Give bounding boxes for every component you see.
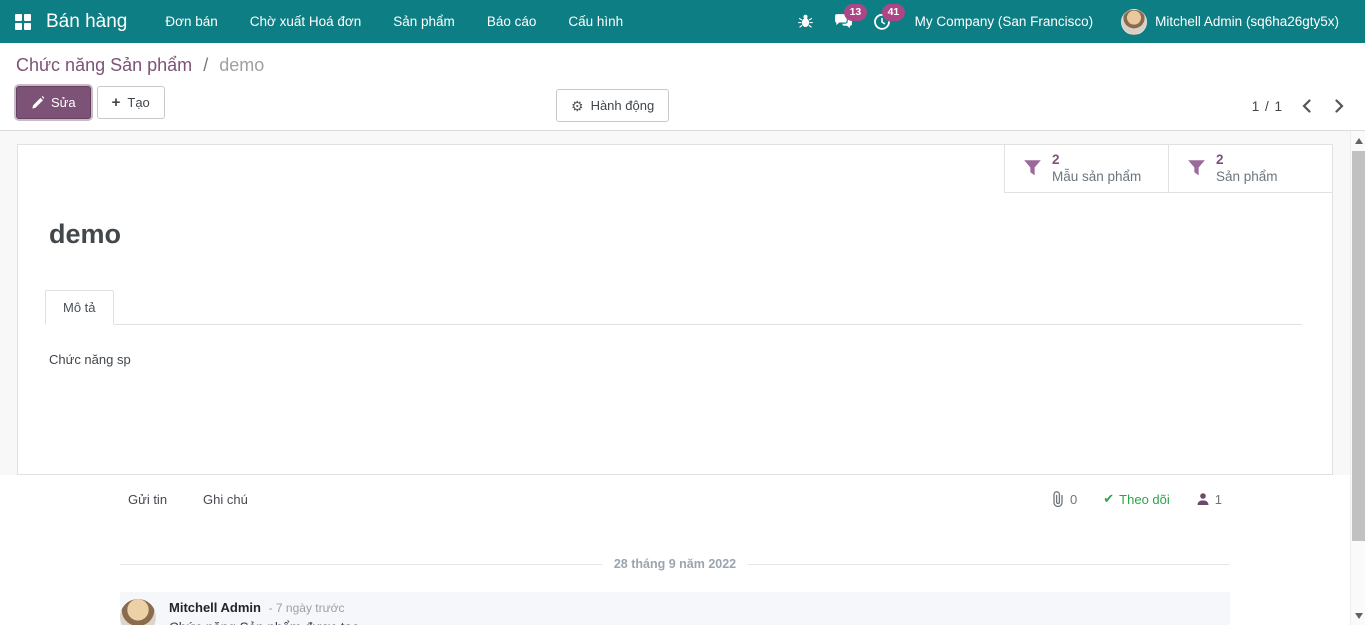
breadcrumb-separator: /: [197, 55, 214, 75]
follow-toggle-button[interactable]: ✔ Theo dõi: [1103, 491, 1170, 507]
menu-cho-xuat-hoa-don[interactable]: Chờ xuất Hoá đơn: [234, 0, 378, 43]
apps-grid-icon: [15, 14, 31, 30]
filter-funnel-icon: [1187, 159, 1206, 178]
stat-label: Sản phẩm: [1216, 169, 1278, 186]
stat-button-product-templates[interactable]: 2 Mẫu sản phẩm: [1004, 145, 1168, 193]
menu-cau-hinh[interactable]: Cấu hình: [552, 0, 639, 43]
scrollbar-up-arrow[interactable]: [1351, 133, 1365, 148]
app-brand[interactable]: Bán hàng: [46, 11, 127, 33]
breadcrumb-parent-link[interactable]: Chức năng Sản phẩm: [16, 55, 192, 75]
attachments-button[interactable]: 0: [1050, 491, 1077, 507]
top-navbar: Bán hàng Đơn bán Chờ xuất Hoá đơn Sản ph…: [0, 0, 1365, 43]
message-author[interactable]: Mitchell Admin: [169, 600, 261, 615]
follow-label: Theo dõi: [1119, 492, 1170, 507]
description-field[interactable]: Chức năng sp: [45, 325, 1302, 394]
form-sheet: 2 Mẫu sản phẩm 2 Sản phẩm demo: [17, 144, 1333, 475]
stat-value: 2: [1216, 152, 1278, 169]
menu-bao-cao[interactable]: Báo cáo: [471, 0, 553, 43]
chatter: Gửi tin Ghi chú 0 ✔ Theo dõi: [0, 475, 1350, 625]
menu-san-pham[interactable]: Sản phẩm: [377, 0, 471, 43]
tab-mo-ta[interactable]: Mô tả: [45, 290, 114, 325]
message-author-avatar[interactable]: [120, 599, 156, 625]
control-panel: Chức năng Sản phẩm / demo Sửa + Tạo ⚙ Hà…: [0, 43, 1365, 131]
plus-icon: +: [112, 95, 121, 110]
bug-icon: [797, 13, 814, 30]
pager-next-button[interactable]: [1330, 95, 1349, 117]
send-message-button[interactable]: Gửi tin: [128, 492, 167, 507]
chevron-right-icon: [1334, 99, 1345, 113]
scrollbar-thumb[interactable]: [1352, 151, 1365, 541]
action-menu-button[interactable]: ⚙ Hành động: [556, 89, 669, 122]
gear-icon: ⚙: [571, 99, 584, 113]
form-view-content: 2 Mẫu sản phẩm 2 Sản phẩm demo: [0, 131, 1350, 625]
paperclip-icon: [1050, 491, 1065, 507]
activities-count-badge: 41: [882, 4, 906, 21]
check-icon: ✔: [1103, 491, 1114, 507]
stat-button-box: 2 Mẫu sản phẩm 2 Sản phẩm: [1004, 145, 1332, 193]
activities-menu-button[interactable]: 41: [865, 0, 899, 43]
filter-funnel-icon: [1023, 159, 1042, 178]
follower-person-icon: [1196, 492, 1210, 506]
breadcrumb-current: demo: [219, 55, 264, 75]
create-button-label: Tạo: [127, 95, 149, 110]
edit-button-label: Sửa: [51, 95, 76, 110]
debug-bug-icon[interactable]: [789, 0, 823, 43]
pager: 1 / 1: [1252, 95, 1349, 117]
pager-previous-button[interactable]: [1297, 95, 1316, 117]
menu-don-ban[interactable]: Đơn bán: [149, 0, 233, 43]
breadcrumb: Chức năng Sản phẩm / demo: [16, 55, 1349, 76]
date-separator: 28 tháng 9 năm 2022: [120, 555, 1230, 573]
record-title: demo: [49, 219, 1332, 250]
stat-label: Mẫu sản phẩm: [1052, 169, 1141, 186]
create-button[interactable]: + Tạo: [97, 86, 165, 119]
messages-menu-button[interactable]: 13: [827, 0, 861, 43]
apps-menu-button[interactable]: [0, 0, 46, 43]
log-note-button[interactable]: Ghi chú: [203, 492, 248, 507]
notebook: Mô tả Chức năng sp: [45, 290, 1302, 394]
chatter-message: Mitchell Admin - 7 ngày trước Chức năng …: [120, 592, 1230, 625]
chevron-left-icon: [1301, 99, 1312, 113]
attachment-count: 0: [1070, 492, 1077, 507]
action-button-label: Hành động: [591, 98, 655, 113]
stat-value: 2: [1052, 152, 1141, 169]
scrollbar-down-arrow[interactable]: [1351, 608, 1365, 623]
vertical-scrollbar[interactable]: [1350, 131, 1365, 625]
edit-button[interactable]: Sửa: [16, 86, 91, 119]
pencil-icon: [31, 96, 44, 109]
follower-count: 1: [1215, 492, 1222, 507]
pager-value: 1 / 1: [1252, 99, 1283, 114]
stat-button-products[interactable]: 2 Sản phẩm: [1168, 145, 1332, 193]
company-switcher[interactable]: My Company (San Francisco): [903, 0, 1106, 43]
message-timestamp: - 7 ngày trước: [269, 601, 345, 615]
message-body: Chức năng Sản phẩm được tạo: [169, 620, 360, 625]
user-menu[interactable]: Mitchell Admin (sq6ha26gty5x): [1109, 0, 1351, 43]
followers-button[interactable]: 1: [1196, 492, 1222, 507]
user-name: Mitchell Admin (sq6ha26gty5x): [1155, 14, 1339, 29]
user-avatar: [1121, 9, 1147, 35]
